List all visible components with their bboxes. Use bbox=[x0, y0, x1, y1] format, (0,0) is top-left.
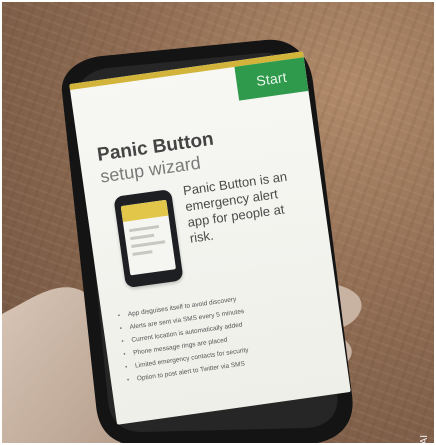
illustration-line bbox=[130, 233, 155, 241]
illustration-line bbox=[128, 225, 160, 233]
app-screen: Start Panic Button setup wizard Panic Bu… bbox=[69, 51, 351, 425]
feature-list: App disguises itself to avoid discovery … bbox=[117, 280, 336, 386]
setup-wizard-screen: Start Panic Button setup wizard Panic Bu… bbox=[69, 51, 351, 425]
illustration-screen bbox=[120, 199, 176, 276]
illustration-accent bbox=[120, 199, 169, 222]
copyright-text: © AI bbox=[419, 435, 430, 445]
illustration-line bbox=[131, 240, 166, 249]
app-description: Panic Button is an emergency alert app f… bbox=[182, 168, 288, 246]
smartphone-illustration bbox=[113, 188, 184, 289]
photo-scene: Start Panic Button setup wizard Panic Bu… bbox=[0, 0, 436, 445]
illustration-line bbox=[132, 250, 153, 256]
